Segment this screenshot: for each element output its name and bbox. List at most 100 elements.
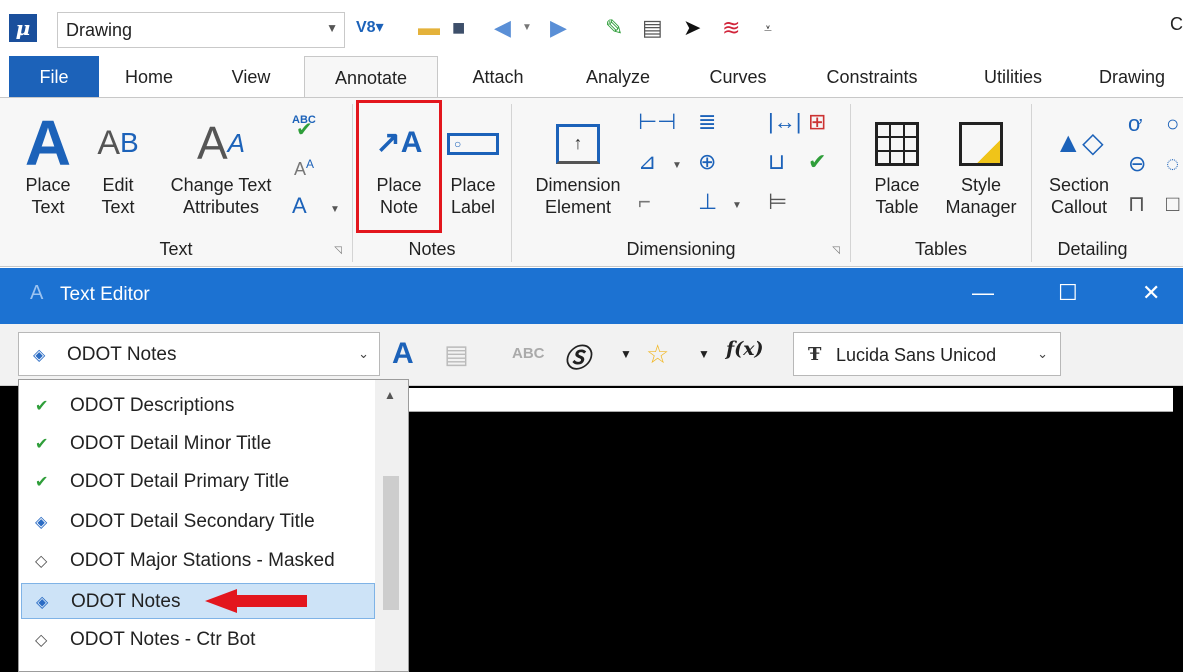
checkmark-icon: ✔ <box>296 119 313 141</box>
section-callout-button[interactable]: ▲◇ Section Callout <box>1042 112 1116 218</box>
dimension-stack-icon[interactable]: ⊨ <box>768 190 787 214</box>
tab-home[interactable]: Home <box>112 56 186 98</box>
undo-icon[interactable]: ◀ <box>494 14 511 42</box>
microstation-logo-icon[interactable]: μ <box>9 14 37 42</box>
close-icon[interactable]: ✕ <box>1142 280 1160 306</box>
tab-attach[interactable]: Attach <box>458 56 538 98</box>
dimension-ordinate-icon[interactable]: ≣ <box>698 110 716 134</box>
redo-icon[interactable]: ▶ <box>550 14 567 42</box>
tab-analyze[interactable]: Analyze <box>572 56 664 98</box>
print-icon[interactable]: ▤ <box>642 14 663 42</box>
list-item[interactable]: ◇ ODOT Major Stations - Masked <box>21 543 375 579</box>
text-style-manager-icon[interactable]: A <box>392 338 414 370</box>
text-group: A Place Text AB Edit Text AA Change Text… <box>0 98 352 266</box>
tab-drawing[interactable]: Drawing <box>1092 56 1172 98</box>
place-table-button[interactable]: Place Table <box>861 112 933 218</box>
chevron-down-icon[interactable]: ▼ <box>672 154 682 178</box>
text-scale-icon[interactable]: AA <box>294 152 314 181</box>
dimension-element-label-2: Element <box>544 197 612 217</box>
chevron-down-icon[interactable]: ▼ <box>330 198 340 222</box>
style-manager-label-1: Style <box>960 175 1002 195</box>
list-item-selected[interactable]: ◈ ODOT Notes <box>21 583 375 619</box>
text-editor-title: Text Editor <box>60 284 150 305</box>
minimize-icon[interactable]: — <box>972 280 994 306</box>
change-text-attributes-label-2: Attributes <box>182 197 260 217</box>
detailing-group: ▲◇ Section Callout ơ ⊖ ⊓ ○ ◌ □ Detailing <box>1032 98 1183 266</box>
customize-toolbar-icon[interactable]: ⩡ <box>764 14 772 42</box>
favorite-star-icon[interactable]: ☆ <box>646 338 669 370</box>
change-text-attributes-button[interactable]: AA Change Text Attributes <box>156 112 286 218</box>
dimension-element-button[interactable]: ↑ Dimension Element <box>524 112 632 218</box>
tab-constraints[interactable]: Constraints <box>812 56 932 98</box>
flag-icon[interactable]: ≋ <box>722 14 740 42</box>
chevron-down-icon: ▼ <box>326 21 338 35</box>
spell-check-icon[interactable]: ABC <box>512 338 545 370</box>
dialog-launcher-icon[interactable]: ◹ <box>832 245 840 256</box>
list-item[interactable]: ◇ ODOT Notes - Ctr Bot <box>21 622 375 658</box>
style-manager-button[interactable]: Style Manager <box>937 112 1025 218</box>
tab-annotate[interactable]: Annotate <box>304 56 438 99</box>
drawing-boundary-icon[interactable]: ⊓ <box>1128 192 1145 216</box>
list-item[interactable]: ✔ ODOT Descriptions <box>21 388 375 424</box>
callout-extra-icon[interactable]: ○ <box>1166 112 1179 136</box>
grey-style-icon: ◇ <box>35 632 48 649</box>
chevron-down-icon[interactable]: ▼ <box>732 194 742 218</box>
save-icon[interactable]: ■ <box>452 14 465 42</box>
grey-style-icon: ◇ <box>35 553 48 570</box>
tab-file[interactable]: File <box>9 56 99 98</box>
scrollbar-thumb[interactable] <box>383 476 399 610</box>
elevation-callout-icon[interactable]: ⊖ <box>1128 152 1146 176</box>
symbol-icon[interactable]: Ⓢ <box>564 338 590 375</box>
v8-icon[interactable]: V8▾ <box>356 14 384 42</box>
font-combo[interactable]: Ŧ Lucida Sans Unicod ⌄ <box>793 332 1061 376</box>
field-fx-icon[interactable]: f(x) <box>726 338 763 360</box>
dimension-size-icon[interactable]: ⊢⊣ <box>638 110 676 134</box>
chevron-down-icon[interactable]: ▼ <box>522 14 532 42</box>
dimensioning-group-label: Dimensioning <box>626 239 736 259</box>
dimension-check-icon[interactable]: ✔ <box>808 150 826 174</box>
dimension-arc-icon[interactable]: ⌐ <box>638 190 651 214</box>
chevron-down-icon[interactable]: ▼ <box>698 338 710 370</box>
dimension-multi-icon[interactable]: ⊞ <box>808 110 826 134</box>
workflow-combo[interactable]: Drawing ▼ <box>57 12 345 48</box>
place-label-button[interactable]: ○ Place Label <box>441 112 505 218</box>
font-value: Lucida Sans Unicod <box>836 345 997 365</box>
list-item[interactable]: ◈ ODOT Detail Secondary Title <box>21 504 375 540</box>
pointer-icon[interactable]: ➤ <box>683 14 701 42</box>
paste-icon[interactable]: ▤ <box>444 338 469 370</box>
tab-view[interactable]: View <box>220 56 282 98</box>
callout-extra-icon[interactable]: ◌ <box>1166 152 1179 176</box>
edit-text-label-1: Edit <box>102 175 134 195</box>
list-item-label: ODOT Major Stations - Masked <box>70 550 335 571</box>
check-style-icon: ✔ <box>35 474 49 491</box>
dimension-element-icon: ↑ <box>524 112 632 174</box>
callout-extra-icon[interactable]: □ <box>1166 192 1179 216</box>
text-style-icon: ◈ <box>33 347 46 364</box>
maximize-icon[interactable]: ☐ <box>1058 280 1078 306</box>
dropdown-scrollbar[interactable]: ▲ <box>375 380 408 671</box>
dimension-element-small-icon[interactable]: ⊔ <box>768 150 785 174</box>
pin-icon[interactable]: ✎ <box>605 14 623 42</box>
dialog-launcher-icon[interactable]: ◹ <box>334 245 342 256</box>
place-text-label-2: Text <box>31 197 65 217</box>
tab-utilities[interactable]: Utilities <box>966 56 1060 98</box>
edit-text-button[interactable]: AB Edit Text <box>88 112 148 218</box>
list-item[interactable]: ✔ ODOT Detail Primary Title <box>21 464 375 500</box>
text-editor-icon: A <box>30 282 44 304</box>
tables-group-label: Tables <box>914 239 968 259</box>
open-folder-icon[interactable]: ▬ <box>418 14 440 42</box>
dimension-angle-icon[interactable]: ⊿ <box>638 150 656 174</box>
place-text-button[interactable]: A Place Text <box>16 111 80 218</box>
scroll-up-icon[interactable]: ▲ <box>384 388 396 402</box>
dimension-center-icon[interactable]: ⊕ <box>698 150 716 174</box>
change-text-attributes-icon: AA <box>196 117 246 169</box>
text-color-icon[interactable]: A <box>292 194 307 218</box>
text-style-combo[interactable]: ◈ ODOT Notes ⌄ <box>18 332 380 376</box>
dimension-linear-icon[interactable]: |↔| <box>768 110 801 134</box>
dimension-location-icon[interactable]: ⊥ <box>698 190 717 214</box>
text-group-label: Text <box>159 239 193 259</box>
list-item[interactable]: ✔ ODOT Detail Minor Title <box>21 426 375 462</box>
chevron-down-icon[interactable]: ▼ <box>620 338 632 370</box>
tab-curves[interactable]: Curves <box>698 56 778 98</box>
detail-callout-icon[interactable]: ơ <box>1128 112 1142 136</box>
